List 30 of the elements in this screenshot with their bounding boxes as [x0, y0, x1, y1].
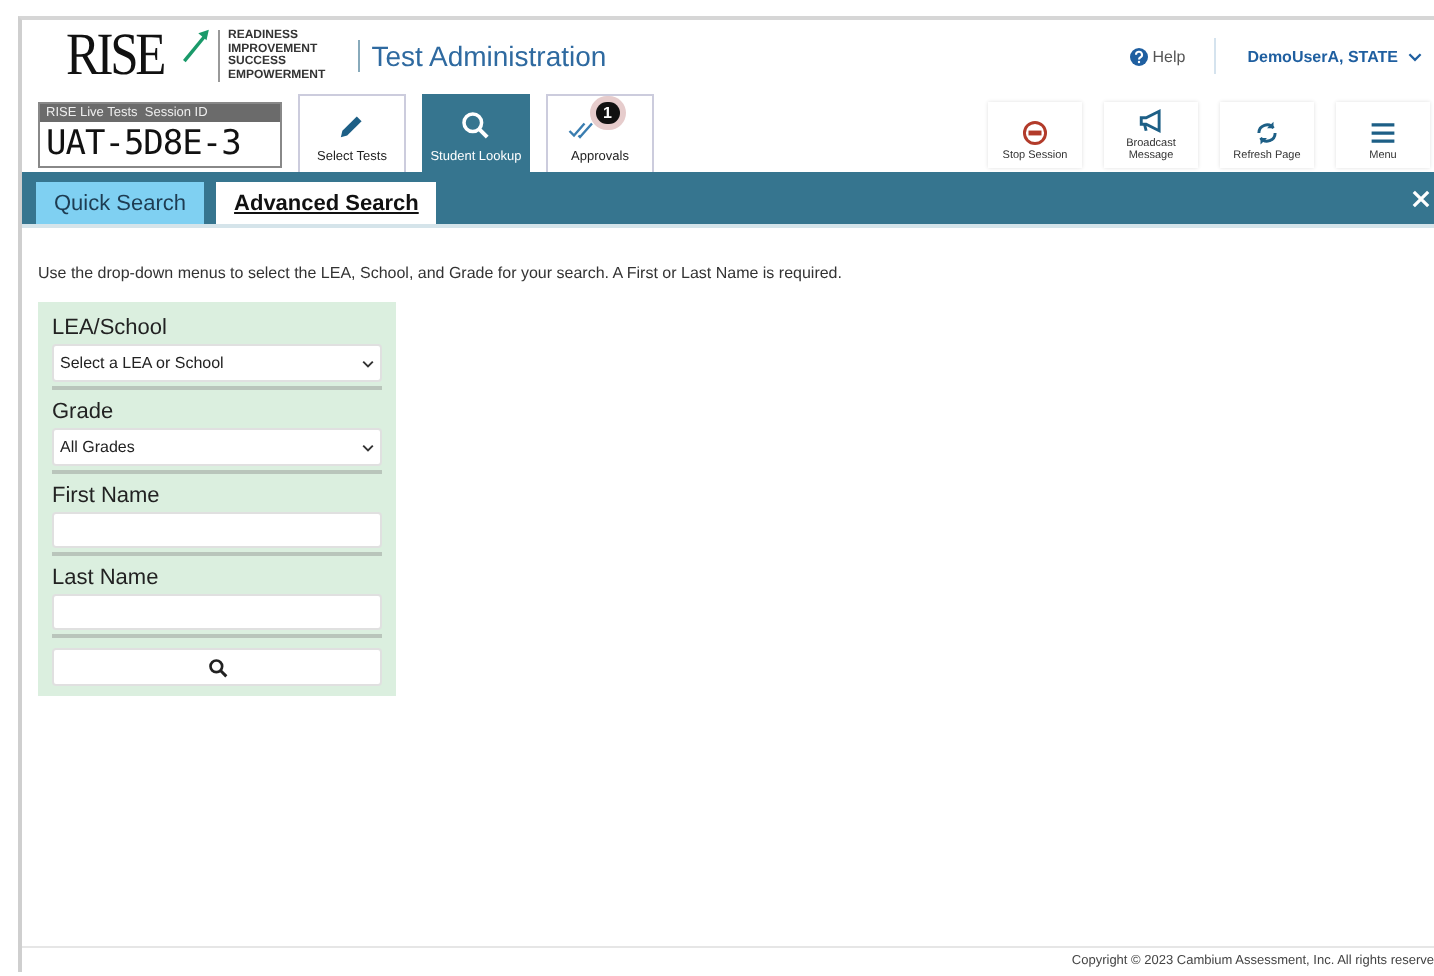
- input-field[interactable]: [52, 594, 382, 630]
- megaphone-icon: [1138, 108, 1164, 134]
- refresh-icon: [1254, 120, 1280, 146]
- search-icon: [460, 110, 492, 142]
- search-icon: [207, 657, 227, 677]
- search-button[interactable]: [52, 648, 382, 686]
- chevron-down-icon: [362, 443, 374, 451]
- field-label: First Name: [52, 484, 162, 508]
- help-link[interactable]: Help: [1130, 47, 1186, 65]
- instructions-text: Use the drop-down menus to select the LEA, School, and Grade for your search. A First or Last Name is required.: [38, 264, 844, 282]
- input-field[interactable]: [52, 512, 382, 548]
- field-label: Grade: [52, 400, 116, 424]
- dropdown-field[interactable]: All Grades: [52, 428, 382, 466]
- menu-icon: [1370, 120, 1396, 146]
- tab[interactable]: Advanced Search: [216, 182, 437, 224]
- tab[interactable]: Quick Search: [36, 182, 205, 224]
- user-menu-button[interactable]: DemoUserA, STATE: [1243, 47, 1434, 65]
- logo-wordmark: RISE: [66, 26, 163, 86]
- session-id: UAT-5D8E-3: [44, 122, 243, 166]
- arrow-swoosh-icon: [182, 26, 211, 66]
- close-icon[interactable]: [1412, 189, 1430, 207]
- help-icon: [1130, 47, 1149, 65]
- stop-sign-icon: [1022, 120, 1048, 146]
- chevron-down-icon: [1408, 51, 1422, 61]
- count-badge: 1: [595, 102, 620, 124]
- field-label: LEA/School: [52, 316, 169, 340]
- dropdown-field[interactable]: Select a LEA or School: [52, 344, 382, 382]
- chevron-down-icon: [362, 359, 374, 367]
- app-title: Test Administration: [357, 40, 607, 72]
- field-label: Last Name: [52, 566, 161, 590]
